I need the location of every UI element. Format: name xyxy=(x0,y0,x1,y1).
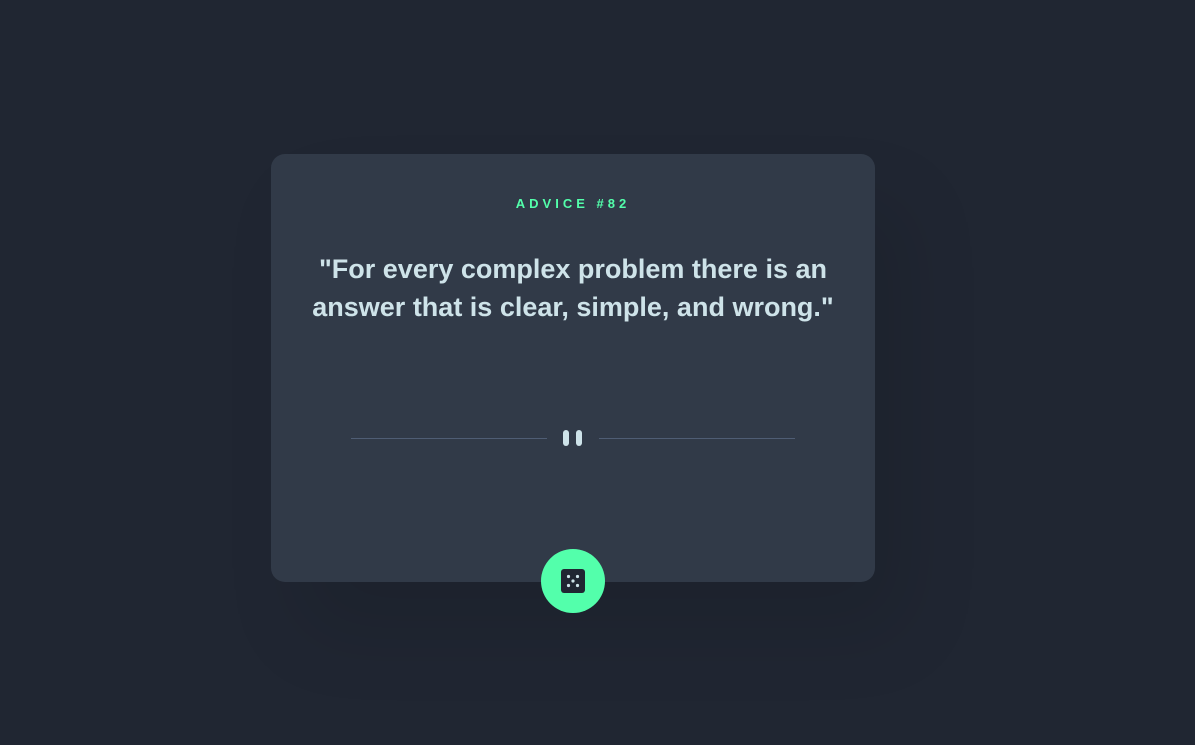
advice-card: ADVICE #82 "For every complex problem th… xyxy=(271,154,875,582)
divider-line-left xyxy=(351,438,547,439)
new-advice-button[interactable] xyxy=(541,549,605,613)
divider-line-right xyxy=(599,438,795,439)
advice-number: ADVICE #82 xyxy=(515,196,631,211)
advice-quote: "For every complex problem there is an a… xyxy=(312,254,834,322)
pause-bar-left xyxy=(563,430,569,446)
divider xyxy=(351,427,795,451)
pause-bar-right xyxy=(576,430,582,446)
dice-icon xyxy=(561,569,585,593)
pause-icon xyxy=(562,430,584,448)
